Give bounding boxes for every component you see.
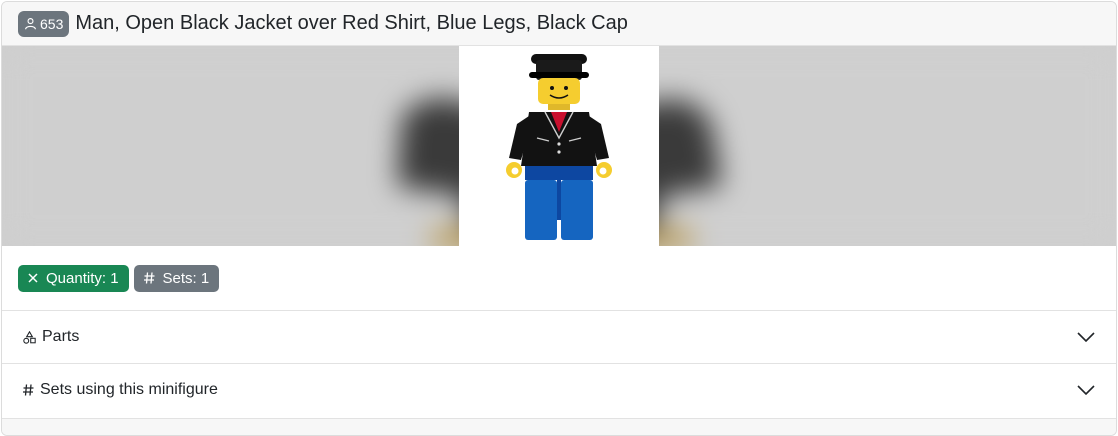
hash-icon [23, 384, 34, 396]
accordion-parts-label: Parts [42, 328, 80, 345]
person-icon [25, 18, 36, 30]
id-badge-text: 653 [40, 15, 64, 32]
accordion-parts-label-group: Parts [23, 328, 79, 346]
minifigure-image[interactable] [459, 46, 659, 246]
accordion-sets-label-group: Sets using this minifigure [23, 381, 218, 399]
card-footer [2, 418, 1116, 435]
badges-row: Quantity: 1 Sets: 1 [2, 246, 1116, 310]
image-area [2, 46, 1116, 246]
quantity-text: Quantity: 1 [46, 269, 119, 287]
accordion-sets[interactable]: Sets using this minifigure [2, 363, 1116, 416]
sets-text: Sets: 1 [162, 269, 210, 287]
accordion-parts[interactable]: Parts [2, 310, 1116, 363]
times-icon [28, 273, 38, 283]
minifigure-card: 653 Man, Open Black Jacket over Red Shir… [1, 1, 1117, 436]
shapes-icon [23, 330, 36, 344]
id-badge: 653 [18, 10, 70, 37]
card-header: 653 Man, Open Black Jacket over Red Shir… [2, 2, 1116, 46]
page-title: Man, Open Black Jacket over Red Shirt, B… [75, 12, 628, 34]
quantity-badge: Quantity: 1 [18, 264, 129, 292]
minifigure-illustration [506, 54, 612, 240]
chevron-down-icon[interactable] [1077, 385, 1095, 395]
accordion-sets-label: Sets using this minifigure [40, 381, 218, 398]
chevron-down-icon[interactable] [1077, 332, 1095, 342]
hash-icon [143, 272, 155, 284]
sets-badge: Sets: 1 [133, 264, 220, 292]
